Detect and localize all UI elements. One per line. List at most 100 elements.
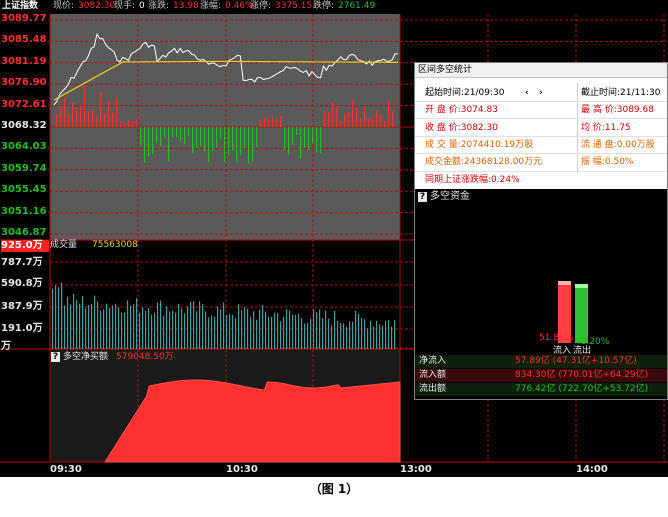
- breadth-bar: [216, 127, 218, 148]
- volume-bar: [349, 321, 351, 349]
- breadth-bar: [328, 112, 330, 127]
- net-inflow-row: 净流入 57.89亿 (47.31亿+10.57亿): [415, 355, 667, 368]
- inflow-bar-cap: [558, 281, 571, 285]
- volume-bar: [61, 282, 63, 349]
- volume-bar: [148, 308, 150, 349]
- volume-bar: [169, 311, 171, 349]
- breadth-bar: [376, 110, 378, 127]
- divider: [415, 136, 667, 137]
- breadth-bar: [152, 127, 154, 155]
- divider: [415, 171, 667, 172]
- breadth-bar: [56, 114, 58, 127]
- breadth-bar: [116, 97, 118, 127]
- volume-bar: [343, 323, 345, 349]
- volume-axis-label: 万: [1, 341, 11, 352]
- volume-bar: [202, 304, 204, 349]
- volume-bar: [199, 301, 201, 349]
- period-change: 同期上证涨跌幅:0.24%: [425, 175, 520, 185]
- volume-bar: [244, 307, 246, 349]
- divider: [415, 153, 667, 154]
- volume-bar: [316, 312, 318, 349]
- volume-bar: [208, 317, 210, 349]
- inflow-amount-label: 流入额: [419, 370, 447, 380]
- breadth-bar: [60, 105, 62, 127]
- volume-bar: [376, 320, 378, 349]
- volume-value: 75563008: [92, 240, 138, 250]
- price-axis-label: 3059.74: [1, 162, 47, 174]
- volume-bar: [319, 309, 321, 349]
- volume-bar: [361, 317, 363, 349]
- outflow-amount-label: 流出额: [419, 384, 447, 394]
- volume-bar: [91, 303, 93, 349]
- breadth-bar: [352, 100, 354, 127]
- breadth-bar: [308, 127, 310, 150]
- volume-bar: [331, 325, 333, 349]
- interval-stats-dialog[interactable]: 区间多空统计 起始时间:21/09:30 ‹ › 截止时间:21/11:30 开…: [414, 62, 668, 400]
- breadth-bar: [180, 127, 182, 141]
- volume-bar: [259, 309, 261, 349]
- breadth-bar: [76, 107, 78, 127]
- breadth-bar: [92, 110, 94, 127]
- breadth-bar: [284, 127, 286, 150]
- breadth-bar: [384, 121, 386, 127]
- time-label-1030: 10:30: [226, 464, 258, 475]
- volume-bar: [358, 313, 360, 349]
- volume-bar: [97, 301, 99, 349]
- breadth-bar: [192, 127, 194, 154]
- volume-bar: [172, 310, 174, 349]
- volume-axis-label: 387.9万: [1, 301, 43, 312]
- breadth-bar: [120, 121, 122, 127]
- volume-bar: [118, 307, 120, 349]
- breadth-bar: [312, 127, 314, 144]
- volume-bar: [322, 318, 324, 349]
- volume-bar: [181, 308, 183, 349]
- volume-bar: [151, 314, 153, 349]
- volume-bar: [58, 287, 60, 349]
- breadth-bar: [288, 127, 290, 155]
- volume-bar: [226, 315, 228, 349]
- volume-bar: [184, 313, 186, 349]
- volume-bar: [106, 303, 108, 349]
- breadth-bar: [200, 127, 202, 147]
- volume-bar: [310, 318, 312, 349]
- volume-bar: [274, 313, 276, 349]
- time-label-0930: 09:30: [50, 464, 82, 475]
- dialog-title-bar[interactable]: 区间多空统计: [415, 63, 667, 78]
- volume-bar: [67, 296, 69, 349]
- volume-bar: [139, 312, 141, 349]
- inflow-row: 流入额 834.30亿 (770.01亿+64.29亿): [415, 369, 667, 382]
- volume-bar: [55, 285, 57, 349]
- volume-bar: [388, 320, 390, 349]
- dialog-title: 区间多空统计: [418, 65, 473, 75]
- breadth-bar: [336, 106, 338, 127]
- volume-bar: [253, 311, 255, 349]
- help-icon[interactable]: ?: [51, 352, 60, 362]
- breadth-bar: [224, 127, 226, 162]
- volume-bar: [178, 303, 180, 349]
- volume-bar: [289, 310, 291, 349]
- volume-bar: [370, 320, 372, 349]
- volume-bar: [70, 304, 72, 349]
- volume-bar: [217, 306, 219, 349]
- volume-bar: [100, 310, 102, 349]
- volume-bar: [256, 319, 258, 349]
- price-axis-label: 3051.16: [1, 205, 47, 217]
- volume-bar: [292, 314, 294, 349]
- prev-arrow-icon[interactable]: ‹: [525, 88, 529, 99]
- breadth-bar: [172, 127, 174, 138]
- volume-bar: [301, 317, 303, 349]
- volume-bar: [52, 288, 54, 349]
- volume-bar: [166, 306, 168, 349]
- volume-bar: [145, 310, 147, 349]
- volume-bar: [277, 313, 279, 349]
- volume-bar: [193, 300, 195, 349]
- breadth-bar: [208, 127, 210, 163]
- breadth-bar: [380, 115, 382, 127]
- next-arrow-icon[interactable]: ›: [539, 88, 543, 99]
- volume-bar: [382, 325, 384, 349]
- end-time: 截止时间:21/11:30: [581, 88, 661, 98]
- outflow-bar-cap: [575, 284, 588, 288]
- volume-bar: [229, 313, 231, 349]
- breadth-bar: [108, 100, 110, 127]
- outflow-pct: 48.20%: [575, 337, 610, 347]
